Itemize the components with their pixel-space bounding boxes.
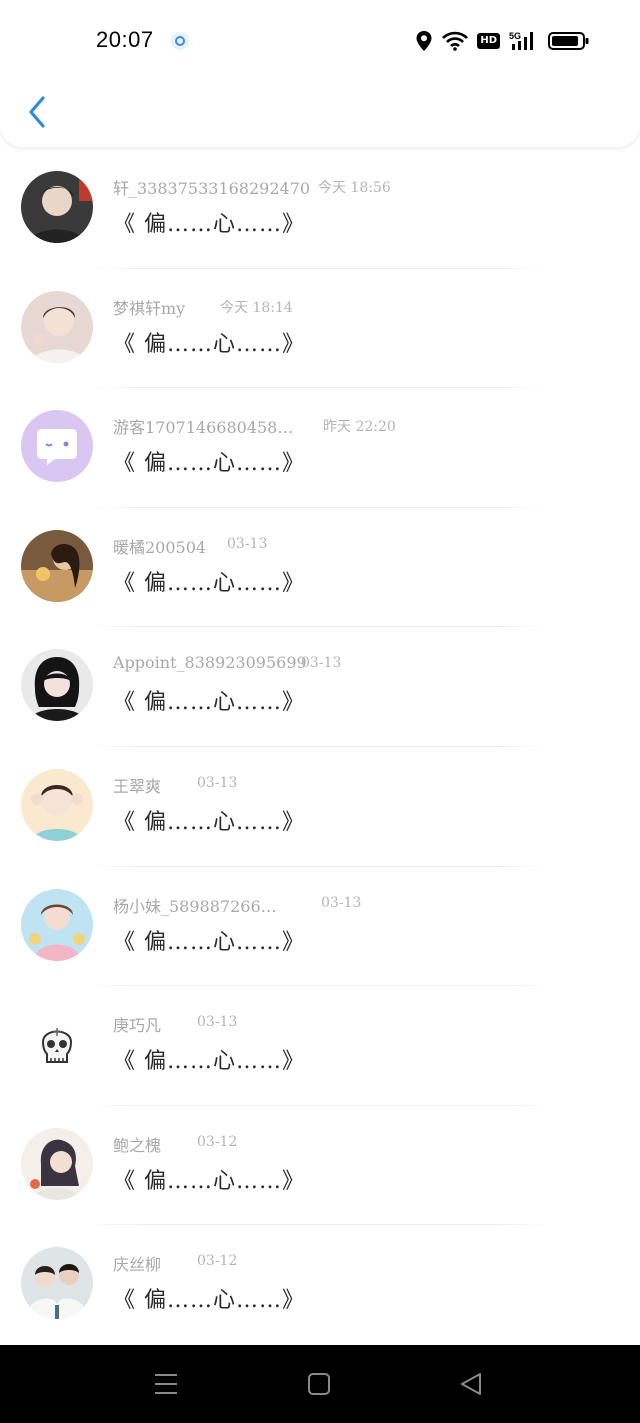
message-time: 今天 18:56 <box>318 180 391 196</box>
conversation-item[interactable]: 游客1707146680458… 昨天 22:20 《 偏……心……》 <box>0 388 640 508</box>
contact-name: Appoint_838923095699 <box>113 653 307 673</box>
menu-button[interactable] <box>152 1371 180 1397</box>
contact-name: 庆丝柳 <box>113 1255 162 1275</box>
avatar[interactable] <box>21 1008 93 1081</box>
location-icon <box>415 30 433 52</box>
skull-icon <box>21 1008 93 1081</box>
message-preview: 《 偏……心……》 <box>113 451 305 477</box>
contact-name: 鲍之槐 <box>113 1135 162 1155</box>
message-time: 03-12 <box>197 1253 238 1270</box>
message-time: 03-13 <box>197 774 238 791</box>
message-time: 昨天 22:20 <box>323 419 396 436</box>
contact-name: 游客1707146680458… <box>113 418 294 438</box>
avatar[interactable] <box>21 1127 93 1200</box>
message-preview: 《 偏……心……》 <box>113 331 305 357</box>
message-preview: 《 偏……心……》 <box>113 570 305 596</box>
message-preview: 《 偏……心……》 <box>113 1049 305 1075</box>
avatar[interactable] <box>21 1247 93 1320</box>
home-icon <box>308 1373 330 1395</box>
conversation-item[interactable]: 梦祺轩my 今天 18:14 《 偏……心……》 <box>0 269 640 389</box>
chat-bubble-icon <box>21 410 93 483</box>
home-button[interactable] <box>305 1371 333 1397</box>
hd-badge: HD <box>477 33 500 49</box>
message-time: 03-13 <box>227 535 268 552</box>
contact-name: 轩_3383753316829247​0 <box>113 179 311 198</box>
message-preview: 《 偏……心……》 <box>113 690 305 716</box>
wifi-icon <box>442 31 469 51</box>
svg-text:5G: 5G <box>509 31 521 41</box>
battery-icon <box>548 31 590 51</box>
conversation-list: 轩_3383753316829247​0 今天 18:56 《 偏……心……》 … <box>0 149 640 1345</box>
avatar[interactable] <box>21 768 93 841</box>
contact-name: 王翠爽 <box>113 776 162 796</box>
menu-icon <box>155 1374 177 1394</box>
message-preview: 《 偏……心……》 <box>113 809 305 835</box>
system-navigation-bar <box>0 1345 640 1423</box>
status-icons: HD 5G <box>406 29 590 53</box>
avatar[interactable] <box>21 529 93 602</box>
message-preview: 《 偏……心……》 <box>113 1288 305 1314</box>
conversation-item[interactable]: 庆丝柳 03-12 《 偏……心……》 <box>0 1225 640 1345</box>
conversation-item[interactable]: 庚巧凡 03-13 《 偏……心……》 <box>0 986 640 1106</box>
message-preview: 《 偏……心……》 <box>113 212 305 237</box>
status-bar: 20:07 HD 5G <box>0 0 640 82</box>
conversation-item[interactable]: 轩_3383753316829247​0 今天 18:56 《 偏……心……》 <box>0 149 640 269</box>
avatar[interactable] <box>21 410 93 483</box>
message-time: 03-13 <box>321 894 362 911</box>
avatar[interactable] <box>21 290 93 363</box>
back-button[interactable] <box>22 95 52 129</box>
app-notification-icon <box>171 32 189 50</box>
status-time: 20:07 <box>96 27 154 52</box>
conversation-item[interactable]: 杨小妹_589887266… 03-13 《 偏……心……》 <box>0 867 640 987</box>
signal-icon: 5G <box>509 30 539 52</box>
message-time: 03-13 <box>197 1014 238 1031</box>
message-time: 03-13 <box>301 655 342 672</box>
message-time: 今天 18:14 <box>220 299 293 316</box>
contact-name: 庚巧凡 <box>113 1016 162 1036</box>
avatar[interactable] <box>21 171 93 243</box>
conversation-item[interactable]: 鲍之槐 03-12 《 偏……心……》 <box>0 1106 640 1226</box>
avatar[interactable] <box>21 649 93 722</box>
contact-name: 梦祺轩my <box>113 298 186 318</box>
message-time: 03-12 <box>197 1133 238 1150</box>
contact-name: 杨小妹_589887266… <box>113 896 277 916</box>
conversation-item[interactable]: 王翠爽 03-13 《 偏……心……》 <box>0 747 640 867</box>
top-app-bar: 20:07 HD 5G <box>0 0 640 147</box>
message-preview: 《 偏……心……》 <box>113 929 305 955</box>
conversation-item[interactable]: Appoint_838923095699 03-13 《 偏……心……》 <box>0 627 640 747</box>
chevron-left-icon <box>29 96 45 128</box>
back-nav-button[interactable] <box>458 1371 486 1397</box>
triangle-back-icon <box>461 1373 481 1395</box>
contact-name: 暖橘200504 <box>113 537 207 557</box>
message-preview: 《 偏……心……》 <box>113 1168 305 1194</box>
conversation-item[interactable]: 暖橘200504 03-13 《 偏……心……》 <box>0 508 640 628</box>
avatar[interactable] <box>21 888 93 961</box>
